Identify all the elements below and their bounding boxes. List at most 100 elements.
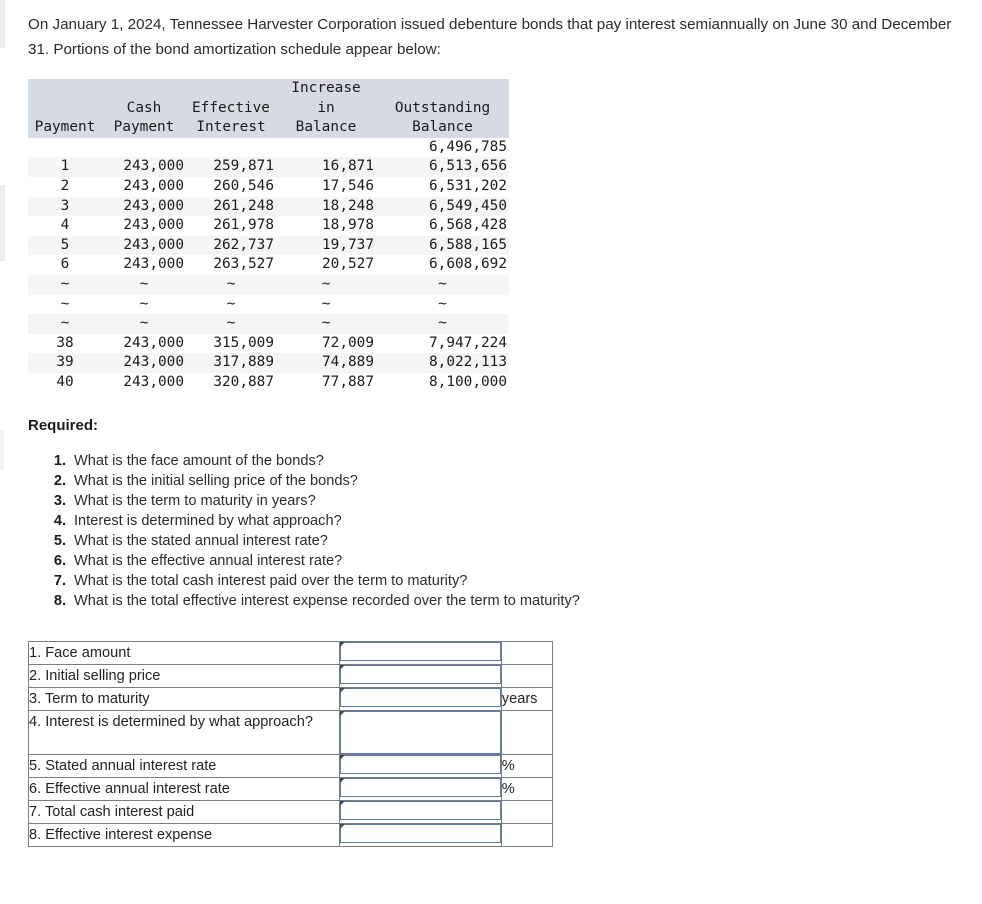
header-l2-c4: in xyxy=(317,99,335,116)
column-header-effective-interest: Interest xyxy=(196,119,266,136)
cell-outstanding-balance: 6,549,450 xyxy=(429,197,507,214)
answer-unit-label: % xyxy=(500,777,554,801)
answer-unit-label xyxy=(500,710,554,755)
question-number: 5. xyxy=(53,533,66,549)
table-row: 40 243,000 320,887 77,887 8,100,000 xyxy=(28,372,509,393)
table-row: 38 243,000 315,009 72,009 7,947,224 xyxy=(28,333,509,354)
cell-effective-interest: ~ xyxy=(226,315,236,332)
question-text: What is the total effective interest exp… xyxy=(74,593,580,609)
answer-row: 3. Term to maturity years xyxy=(27,687,554,711)
cell-payment: ~ xyxy=(60,295,70,312)
answer-row-label: 6. Effective annual interest rate xyxy=(27,777,341,801)
cell-payment: ~ xyxy=(60,275,70,292)
question-number: 4. xyxy=(53,513,66,529)
cell-increase-in-balance: ~ xyxy=(321,295,331,312)
header-row-line1: Increase xyxy=(28,79,509,99)
cell-cash-payment: 243,000 xyxy=(123,236,184,253)
table-row: ~ ~ ~ ~ ~ xyxy=(28,314,509,334)
answer-input-field[interactable] xyxy=(340,801,501,820)
cell-effective-interest xyxy=(186,138,276,158)
cell-cash-payment xyxy=(102,138,186,158)
cell-marker-icon xyxy=(340,642,346,647)
cell-cash-payment: 243,000 xyxy=(123,217,184,234)
answer-row: 8. Effective interest expense xyxy=(27,823,554,847)
question-text: What is the face amount of the bonds? xyxy=(74,453,324,469)
cell-cash-payment: ~ xyxy=(139,295,149,312)
cell-payment: 3 xyxy=(60,197,70,214)
header-row-line3: Payment Payment Interest Balance Balance xyxy=(28,118,509,138)
page-edge-artifact-middle xyxy=(0,185,5,261)
cell-outstanding-balance: 6,568,428 xyxy=(429,217,507,234)
answer-input-cell[interactable] xyxy=(339,664,502,688)
question-number: 6. xyxy=(53,553,66,569)
cell-effective-interest: ~ xyxy=(226,275,236,292)
cell-marker-icon xyxy=(340,801,346,806)
cell-cash-payment: 243,000 xyxy=(123,256,184,273)
table-row: 4 243,000 261,978 18,978 6,568,428 xyxy=(28,216,509,236)
answer-input-field[interactable] xyxy=(340,711,501,754)
question-text: What is the effective annual interest ra… xyxy=(74,553,343,569)
cell-outstanding-balance: 6,513,656 xyxy=(429,158,507,175)
answer-row-label: 2. Initial selling price xyxy=(27,664,341,688)
answer-row-label: 1. Face amount xyxy=(27,641,341,665)
table-row: ~ ~ ~ ~ ~ xyxy=(28,294,509,315)
table-row: 6 243,000 263,527 20,527 6,608,692 xyxy=(28,255,509,275)
header-row-line2: Cash Effective in Outstanding xyxy=(28,98,509,119)
answer-unit-label: years xyxy=(500,687,554,711)
answer-input-field[interactable] xyxy=(340,824,501,843)
cell-outstanding-balance: ~ xyxy=(438,315,447,332)
cell-effective-interest: 260,546 xyxy=(213,177,274,194)
question-item: 4. Interest is determined by what approac… xyxy=(40,511,940,531)
cell-increase-in-balance: 20,527 xyxy=(322,256,374,273)
answer-input-cell[interactable] xyxy=(339,823,502,847)
table-row: 1 243,000 259,871 16,871 6,513,656 xyxy=(28,157,509,177)
page-edge-artifact-top xyxy=(0,0,5,48)
answer-input-cell[interactable] xyxy=(339,687,502,711)
answer-input-cell[interactable] xyxy=(339,800,502,824)
cell-increase-in-balance: ~ xyxy=(321,275,331,292)
answer-row-label: 3. Term to maturity xyxy=(27,687,341,711)
cell-outstanding-balance: 8,022,113 xyxy=(429,354,507,371)
cell-effective-interest: 315,009 xyxy=(213,334,274,351)
column-header-outstanding-balance: Balance xyxy=(412,119,473,136)
answer-input-field[interactable] xyxy=(340,688,501,707)
answer-input-cell[interactable] xyxy=(339,710,502,755)
answer-input-field[interactable] xyxy=(340,778,501,797)
cell-increase-in-balance: 19,737 xyxy=(322,236,374,253)
cell-effective-interest: ~ xyxy=(226,295,236,312)
question-item: 1. What is the face amount of the bonds? xyxy=(40,451,940,471)
question-number: 8. xyxy=(53,593,66,609)
question-item: 7. What is the total cash interest paid o… xyxy=(40,571,940,591)
cell-outstanding-balance: 6,588,165 xyxy=(429,236,507,253)
answer-row-label: 7. Total cash interest paid xyxy=(27,800,341,824)
question-number: 3. xyxy=(53,493,66,509)
cell-cash-payment: 243,000 xyxy=(123,177,184,194)
answer-input-cell[interactable] xyxy=(339,777,502,801)
answer-row: 4. Interest is determined by what approa… xyxy=(27,710,554,755)
table-row: 3 243,000 261,248 18,248 6,549,450 xyxy=(28,196,509,217)
cell-payment: 38 xyxy=(56,334,74,351)
cell-marker-icon xyxy=(340,755,346,760)
question-text: What is the initial selling price of the… xyxy=(74,473,358,489)
answer-input-field[interactable] xyxy=(340,755,501,774)
answer-input-field[interactable] xyxy=(340,665,501,684)
table-row: 2 243,000 260,546 17,546 6,531,202 xyxy=(28,176,509,197)
cell-outstanding-balance: ~ xyxy=(438,295,447,312)
cell-payment: 5 xyxy=(60,236,70,253)
cell-cash-payment: 243,000 xyxy=(123,334,184,351)
header-l2-c2: Cash xyxy=(126,99,162,116)
answer-input-field[interactable] xyxy=(340,642,501,661)
answer-input-cell[interactable] xyxy=(339,641,502,665)
question-item: 8. What is the total effective interest e… xyxy=(40,591,940,611)
question-number: 7. xyxy=(53,573,66,589)
required-heading: Required: xyxy=(28,417,99,434)
amortization-table-body: 6,496,785 1 243,000 259,871 16,871 6,513,656 2… xyxy=(28,137,509,393)
cell-marker-icon xyxy=(340,711,346,716)
cell-increase-in-balance: 74,889 xyxy=(322,354,374,371)
answer-input-cell[interactable] xyxy=(339,754,502,778)
cell-increase-in-balance: 16,871 xyxy=(322,158,374,175)
question-text: What is the total cash interest paid ove… xyxy=(74,573,468,589)
cell-increase-in-balance: 18,248 xyxy=(322,197,374,214)
cell-effective-interest: 320,887 xyxy=(213,373,274,390)
cell-cash-payment: ~ xyxy=(139,315,149,332)
